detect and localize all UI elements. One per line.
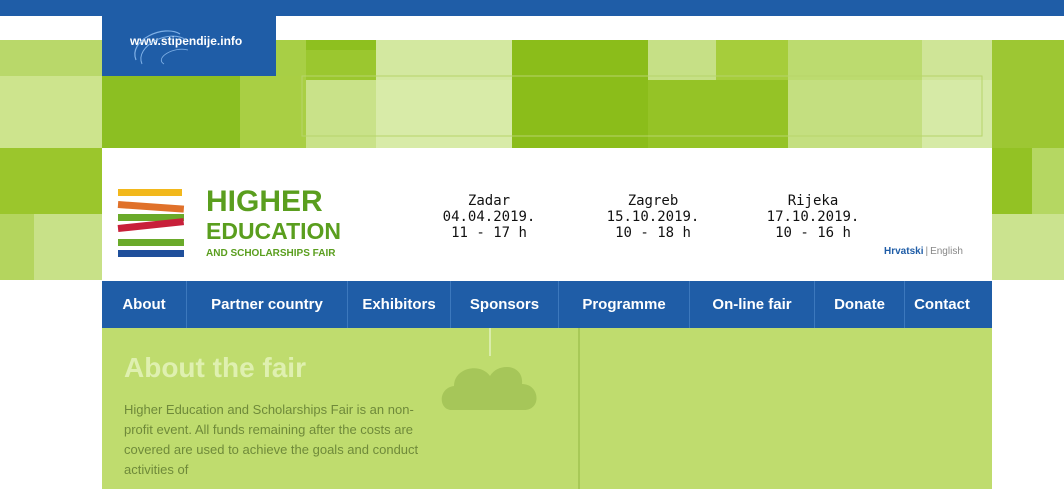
about-section: About the fair Higher Education and Scho… xyxy=(102,328,992,489)
language-english-link[interactable]: English xyxy=(930,246,963,257)
nav-donate[interactable]: Donate xyxy=(815,281,905,328)
section-text: Higher Education and Scholarships Fair i… xyxy=(124,402,419,477)
venue-city: Zagreb xyxy=(627,193,679,209)
top-bar xyxy=(0,0,1064,16)
nav-sponsors[interactable]: Sponsors xyxy=(451,281,559,328)
venue-city: Zadar xyxy=(467,193,511,209)
nav-partner-country[interactable]: Partner country xyxy=(187,281,348,328)
language-croatian-link[interactable]: Hrvatski xyxy=(884,246,923,257)
language-separator: | xyxy=(925,246,929,257)
nav-contact[interactable]: Contact xyxy=(905,281,979,328)
venue-hours: 10 - 18 h xyxy=(615,225,691,241)
nav-about[interactable]: About xyxy=(102,281,187,328)
cloud-icon xyxy=(441,328,537,410)
venue-rijeka: Rijeka 17.10.2019. 10 - 16 h xyxy=(749,193,877,241)
nav-programme[interactable]: Programme xyxy=(559,281,690,328)
logo-title-line2: EDUCATION xyxy=(206,218,342,244)
main-nav: About Partner country Exhibitors Sponsor… xyxy=(102,281,992,328)
venue-date: 15.10.2019. xyxy=(606,209,700,225)
venue-hours: 10 - 16 h xyxy=(775,225,851,241)
nav-exhibitors[interactable]: Exhibitors xyxy=(348,281,451,328)
venue-date: 17.10.2019. xyxy=(766,209,860,225)
language-switcher: Hrvatski | English xyxy=(884,246,963,257)
venue-hours: 11 - 17 h xyxy=(451,225,527,241)
nav-online-fair[interactable]: On-line fair xyxy=(690,281,815,328)
column-divider xyxy=(578,328,580,489)
swirl-icon xyxy=(134,30,189,65)
venue-date: 04.04.2019. xyxy=(442,209,536,225)
fair-logo[interactable]: HIGHER EDUCATION AND SCHOLARSHIPS FAIR xyxy=(117,185,348,267)
venue-zagreb: Zagreb 15.10.2019. 10 - 18 h xyxy=(589,193,717,241)
logo-subtitle: AND SCHOLARSHIPS FAIR xyxy=(206,248,336,259)
logo-title-line1: HIGHER xyxy=(206,185,323,218)
venue-city: Rijeka xyxy=(787,193,839,209)
venue-zadar: Zadar 04.04.2019. 11 - 17 h xyxy=(425,193,553,241)
section-title: About the fair xyxy=(124,352,306,383)
